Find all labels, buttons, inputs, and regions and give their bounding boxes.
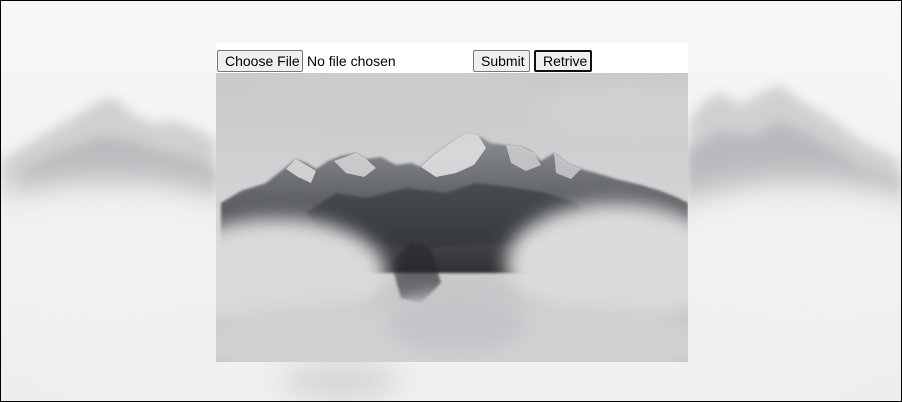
page-frame: Choose File No file chosen Submit Retriv… [0,0,902,402]
retrive-button[interactable]: Retrive [534,50,592,72]
file-status-text: No file chosen [307,53,396,69]
upload-card: Choose File No file chosen Submit Retriv… [216,43,688,362]
choose-file-button[interactable]: Choose File [217,50,303,72]
submit-button[interactable]: Submit [473,50,530,72]
snowy-mountain-peak-in-clouds-image [216,73,688,362]
upload-toolbar: Choose File No file chosen Submit Retriv… [216,43,688,73]
